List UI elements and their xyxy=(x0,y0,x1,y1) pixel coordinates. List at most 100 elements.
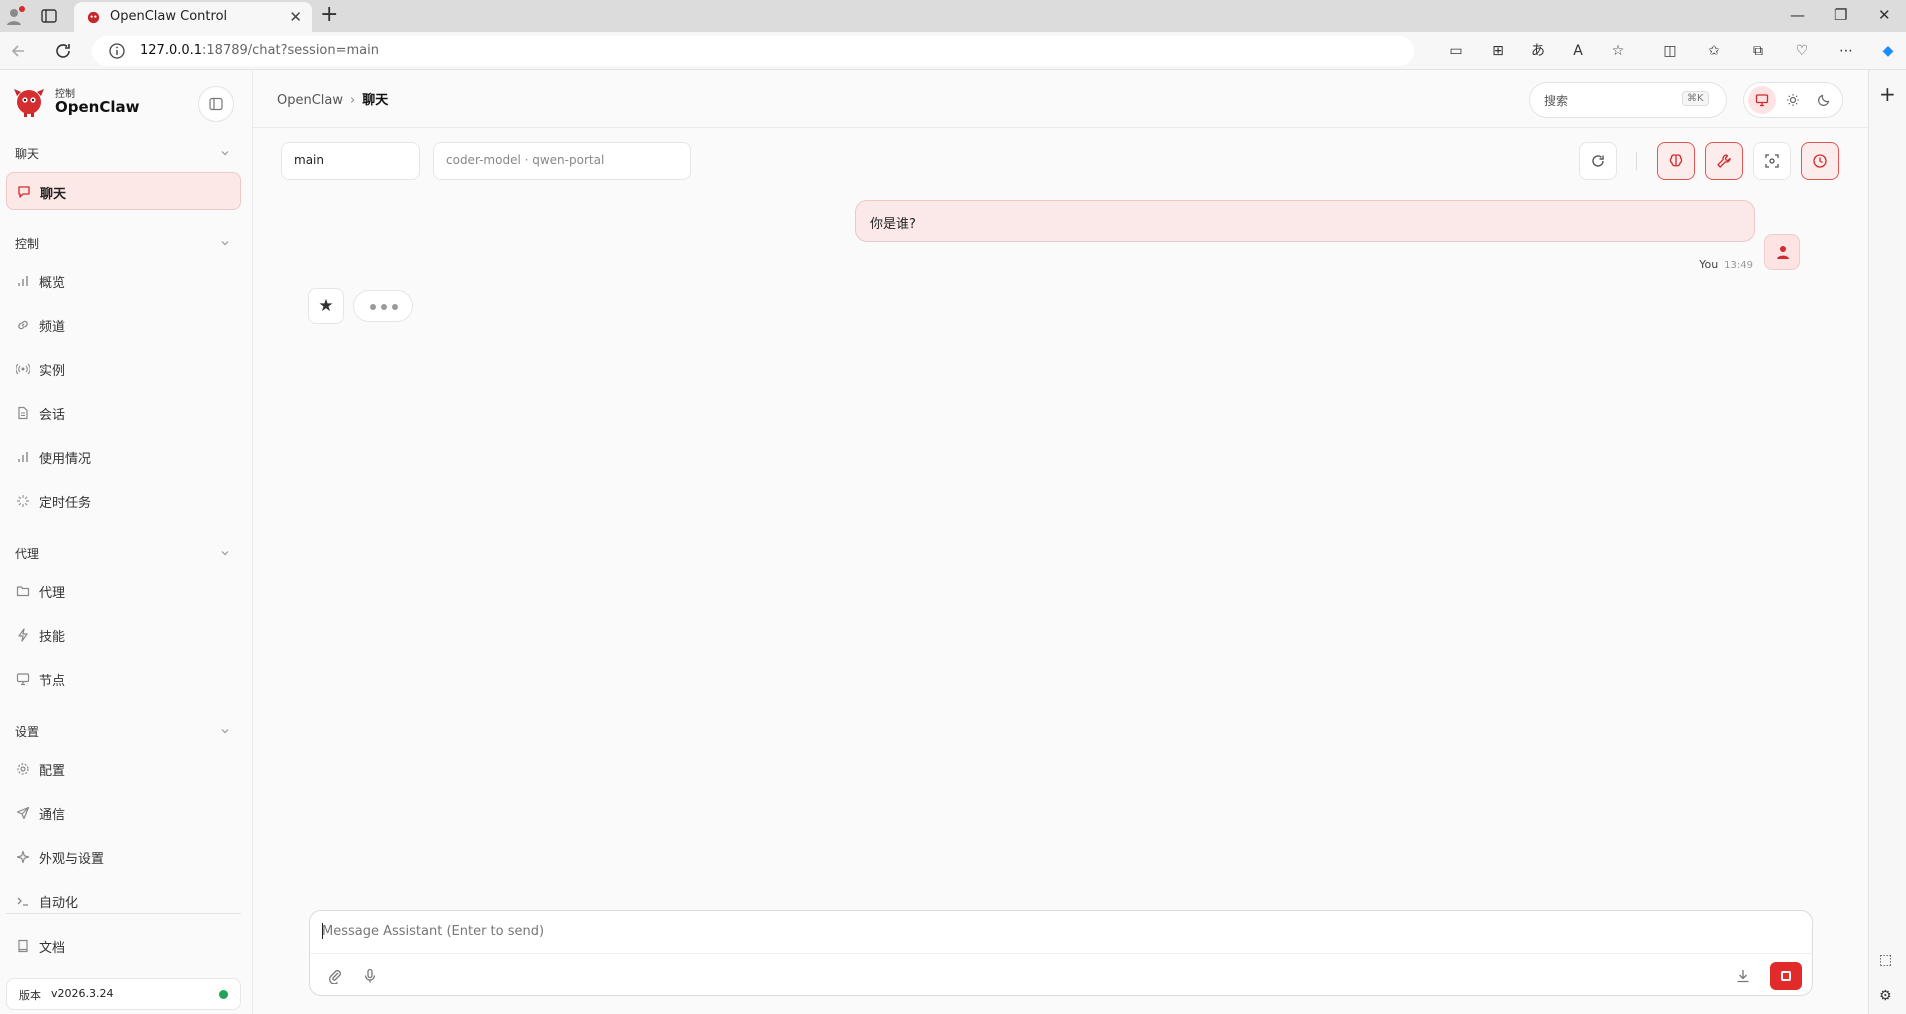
model-select[interactable]: coder-model · qwen-portal xyxy=(433,142,691,180)
nav-group-label: 设置 xyxy=(15,725,40,739)
sidebar-item-label: 定时任务 xyxy=(39,496,92,511)
gear-icon xyxy=(17,763,29,775)
breadcrumb-current: 聊天 xyxy=(362,93,389,108)
sidebar-item-automation[interactable]: 自动化 xyxy=(6,882,241,920)
assistant-avatar-star-icon: ★ xyxy=(308,288,344,324)
refresh-button[interactable] xyxy=(1579,142,1617,180)
wrench-icon xyxy=(1717,154,1731,168)
tools-toggle-button[interactable] xyxy=(1705,142,1743,180)
copilot-icon[interactable]: ◆ xyxy=(1878,41,1898,61)
tab-actions-icon[interactable] xyxy=(40,7,58,25)
new-tab-icon[interactable]: + xyxy=(320,4,338,26)
reload-icon[interactable] xyxy=(52,40,74,62)
split-screen-icon[interactable]: ◫ xyxy=(1660,41,1680,61)
chevron-down-icon xyxy=(221,551,229,556)
sidebar: 控制 OpenClaw 聊天 聊天 控制 概览 频道 实例 会话 使用情况 定时… xyxy=(0,70,253,1014)
browser-essentials-icon[interactable]: ♡ xyxy=(1792,41,1812,61)
session-select[interactable]: main xyxy=(281,142,420,180)
collections-icon[interactable]: ⧉ xyxy=(1748,41,1768,61)
favorites-icon[interactable]: ✩ xyxy=(1704,41,1724,61)
restore-icon[interactable]: ❐ xyxy=(1834,6,1847,24)
cast-icon[interactable]: ▭ xyxy=(1446,41,1466,61)
sidebar-item-label: 频道 xyxy=(39,320,66,335)
search-shortcut: ⌘K xyxy=(1682,91,1709,106)
minimize-icon[interactable]: — xyxy=(1790,6,1805,24)
sidebar-item-overview[interactable]: 概览 xyxy=(6,262,241,300)
sidebar-item-docs[interactable]: 文档 xyxy=(6,927,241,965)
attach-button[interactable] xyxy=(322,963,348,989)
stop-generation-button[interactable] xyxy=(1770,962,1802,990)
sidebar-item-chat[interactable]: 聊天 xyxy=(6,172,241,210)
avatar xyxy=(1764,234,1800,270)
favorite-star-icon[interactable]: ☆ xyxy=(1608,41,1628,61)
focus-icon xyxy=(1765,154,1779,168)
message-input[interactable] xyxy=(322,919,1792,943)
export-button[interactable] xyxy=(1730,963,1756,989)
close-window-icon[interactable]: ✕ xyxy=(1878,6,1891,24)
browser-tab-active[interactable]: OpenClaw Control ✕ xyxy=(74,2,312,32)
composer-divider xyxy=(310,953,1812,954)
search-button[interactable]: 搜索 ⌘K xyxy=(1529,82,1727,118)
nav-group-agents[interactable]: 代理 xyxy=(0,542,253,564)
url-field[interactable]: 127.0.0.1:18789/chat?session=main xyxy=(92,36,1414,66)
monitor-icon xyxy=(16,673,30,686)
nav-group-chat[interactable]: 聊天 xyxy=(0,142,253,164)
sidebar-item-instances[interactable]: 实例 xyxy=(6,350,241,388)
paperclip-icon xyxy=(329,970,341,984)
sidebar-item-config[interactable]: 配置 xyxy=(6,750,241,788)
message-text: 你是谁? xyxy=(870,217,916,232)
breadcrumb: OpenClaw › 聊天 xyxy=(277,89,388,108)
sidebar-item-usage[interactable]: 使用情况 xyxy=(6,438,241,476)
chevron-down-icon xyxy=(221,151,229,156)
radio-icon xyxy=(16,363,30,375)
sidebar-item-agents[interactable]: 代理 xyxy=(6,572,241,610)
screenshot-icon[interactable]: ⬚ xyxy=(1879,952,1892,968)
sidebar-item-skills[interactable]: 技能 xyxy=(6,616,241,654)
settings-panel-icon[interactable]: ⚙ xyxy=(1879,988,1892,1004)
theme-system-button[interactable] xyxy=(1748,86,1776,114)
url-text: 127.0.0.1:18789/chat?session=main xyxy=(140,43,379,58)
message-time: 13:49 xyxy=(1724,260,1753,271)
focus-mode-button[interactable] xyxy=(1753,142,1791,180)
theme-dark-button[interactable] xyxy=(1810,86,1838,114)
apps-icon[interactable]: ⊞ xyxy=(1488,41,1508,61)
browser-tab-bar: OpenClaw Control ✕ + — ❐ ✕ xyxy=(0,0,1906,32)
nav-group-settings[interactable]: 设置 xyxy=(0,720,253,742)
voice-button[interactable] xyxy=(357,963,383,989)
translate-icon[interactable]: あ xyxy=(1528,41,1548,61)
site-info-icon[interactable] xyxy=(108,42,126,60)
read-aloud-icon[interactable]: A xyxy=(1568,41,1588,61)
sidebar-item-communication[interactable]: 通信 xyxy=(6,794,241,832)
document-icon xyxy=(18,406,28,420)
status-dot xyxy=(219,990,228,999)
close-tab-icon[interactable]: ✕ xyxy=(289,8,302,26)
refresh-icon xyxy=(1592,155,1604,167)
sidebar-item-cron[interactable]: 定时任务 xyxy=(6,482,241,520)
add-panel-icon[interactable]: + xyxy=(1879,82,1896,106)
clock-icon xyxy=(1813,154,1827,168)
bar-chart-icon xyxy=(18,276,28,286)
thinking-toggle-button[interactable] xyxy=(1657,142,1695,180)
link-icon xyxy=(18,320,28,330)
back-icon[interactable] xyxy=(8,40,30,62)
url-path: :18789/chat?session=main xyxy=(202,43,379,58)
sidebar-item-label: 外观与设置 xyxy=(39,852,105,867)
profile-icon[interactable] xyxy=(4,5,26,27)
more-menu-icon[interactable]: ⋯ xyxy=(1836,41,1856,61)
brand-name: OpenClaw xyxy=(55,98,140,116)
loader-icon xyxy=(17,495,29,507)
breadcrumb-root[interactable]: OpenClaw xyxy=(277,93,343,108)
version-badge: 版本 v2026.3.24 xyxy=(6,978,241,1010)
sidebar-item-channels[interactable]: 频道 xyxy=(6,306,241,344)
collapse-sidebar-button[interactable] xyxy=(198,86,234,122)
sidebar-item-label: 节点 xyxy=(39,674,66,689)
nav-group-control[interactable]: 控制 xyxy=(0,232,253,254)
sidebar-item-appearance[interactable]: 外观与设置 xyxy=(6,838,241,876)
sidebar-item-sessions[interactable]: 会话 xyxy=(6,394,241,432)
sidebar-item-nodes[interactable]: 节点 xyxy=(6,660,241,698)
sidebar-item-label: 配置 xyxy=(39,764,66,779)
url-host: 127.0.0.1 xyxy=(140,43,203,58)
browser-tab-title: OpenClaw Control xyxy=(110,9,228,24)
theme-light-button[interactable] xyxy=(1779,86,1807,114)
history-toggle-button[interactable] xyxy=(1801,142,1839,180)
